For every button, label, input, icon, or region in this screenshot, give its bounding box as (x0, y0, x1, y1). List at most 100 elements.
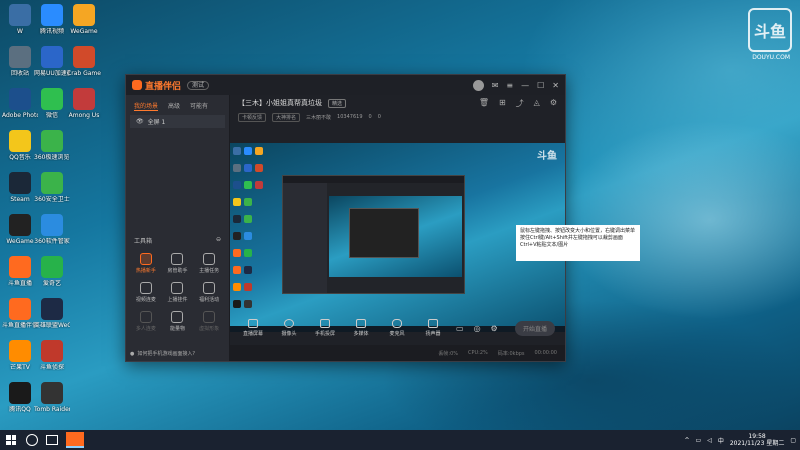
desktop-icon[interactable]: Adobe Photosh... (2, 88, 38, 119)
task-view-icon[interactable] (46, 435, 58, 445)
desktop-icon-label: Adobe Photosh... (2, 112, 38, 119)
toolbox-item-label: 虚拟形象 (199, 326, 220, 332)
toolbox-item[interactable]: 主播任务 (193, 253, 225, 274)
tool-icon (171, 311, 184, 323)
menu-icon[interactable]: ≡ (506, 81, 513, 90)
source-camera-button[interactable]: 摄像头 (276, 319, 302, 337)
app-icon (41, 340, 63, 362)
desktop-icon[interactable]: 爱奇艺 (34, 256, 70, 287)
app-icon (41, 382, 63, 404)
source-screen-button[interactable]: 直播屏幕 (240, 319, 266, 337)
taskbar-live-companion[interactable] (66, 432, 84, 448)
close-icon[interactable]: ✕ (552, 81, 559, 90)
toolbox-item[interactable]: 能量物 (162, 311, 194, 332)
desktop-icon[interactable]: 回收站 (2, 46, 38, 77)
clock[interactable]: 19:58 2021/11/23 星期二 (730, 433, 785, 447)
minimize-icon[interactable]: — (521, 81, 529, 90)
app-icon (41, 4, 63, 26)
toolbox-item[interactable]: 房管助手 (162, 253, 194, 274)
trash-icon[interactable]: 🗑 (479, 98, 489, 109)
feedback-chip[interactable]: 卡顿反馈 (238, 112, 267, 122)
desktop-icon[interactable]: 斗鱼直播伴侣 (2, 298, 38, 329)
toolbox-item[interactable]: 多人连麦 (130, 311, 162, 332)
chevron-up-icon[interactable]: ^ (684, 437, 689, 444)
desktop-icon[interactable]: 360软件管家 (34, 214, 70, 245)
source-phone-button[interactable]: 手机投屏 (312, 319, 338, 337)
desktop-icon[interactable]: 腾讯视频 (34, 4, 70, 35)
desktop-icon[interactable]: QQ音乐 (2, 130, 38, 161)
preview-desktop-icon (244, 147, 252, 155)
info-icon: ● (130, 350, 135, 357)
beta-badge[interactable]: 测试 (187, 80, 210, 90)
stream-tag[interactable]: 精选 (328, 98, 347, 108)
maximize-icon[interactable]: ☐ (537, 81, 544, 90)
status-bitrate: 码率:0kbps (497, 350, 525, 357)
desktop-icon[interactable]: 斗鱼侦探 (34, 340, 70, 371)
app-icon (9, 256, 31, 278)
desktop-icon[interactable]: 芒果TV (2, 340, 38, 371)
desktop-icon[interactable]: 网易UU加速器 (34, 46, 70, 77)
stream-preview[interactable]: 斗鱼 (230, 143, 565, 332)
desktop-icon[interactable]: 360极速浏览器X (34, 130, 70, 161)
collapse-icon[interactable]: ⊖ (216, 236, 221, 245)
app-icon (9, 46, 31, 68)
toolbox-item[interactable]: 福利活动 (193, 282, 225, 303)
source-media-button[interactable]: 多媒体 (348, 319, 374, 337)
gear-icon[interactable]: ⚙ (491, 324, 498, 333)
desktop-icon-label: 斗鱼直播伴侣 (2, 322, 38, 329)
desktop-icon[interactable]: Crab Game (66, 46, 102, 77)
toolbox-item[interactable]: 视频连麦 (130, 282, 162, 303)
desktop-icon-label: 网易UU加速器 (34, 70, 70, 77)
share-icon[interactable]: ⤴ (516, 98, 524, 109)
desktop-icon[interactable]: 腾讯QQ (2, 382, 38, 413)
desktop-icon[interactable]: 微信 (34, 88, 70, 119)
tab-other[interactable]: 可能有 (190, 101, 208, 111)
record-icon[interactable]: ◎ (474, 324, 481, 333)
volume-icon[interactable]: ◁ (707, 437, 712, 444)
desktop-icon[interactable]: 英雄联盟WeGame版 (34, 298, 70, 329)
desktop-icon[interactable]: Tomb Raider (34, 382, 70, 413)
toolbox-item[interactable]: 上播挂件 (162, 282, 194, 303)
tool-icon (171, 282, 184, 294)
viewer-count: 0 (368, 114, 372, 120)
tab-my-scenes[interactable]: 我的场景 (134, 101, 159, 111)
scene-item[interactable]: 👁 全屏 1 (130, 115, 225, 128)
desktop-icon[interactable]: 斗鱼直播 (2, 256, 38, 287)
network-icon[interactable]: ▭ (696, 437, 702, 444)
desktop-icon[interactable]: 360安全卫士 (34, 172, 70, 203)
rank-chip[interactable]: 大神排名 (272, 112, 301, 122)
notification-icon[interactable]: ▢ (790, 437, 796, 444)
app-icon (41, 88, 63, 110)
desktop-icon[interactable]: WeGame (2, 214, 38, 245)
desktop-icon[interactable]: Among Us (66, 88, 102, 119)
tab-advanced[interactable]: 高级 (168, 101, 180, 111)
toolbox-item[interactable]: 热播新手 (130, 253, 162, 274)
room-id: 10347619 (337, 114, 363, 120)
settings-icon[interactable]: ⚙ (550, 98, 557, 109)
gift-icon[interactable]: ⊞ (499, 98, 506, 109)
stream-title[interactable]: 【三木】小姐姐真帮真垃圾 (238, 98, 322, 108)
search-icon[interactable] (26, 434, 38, 446)
desktop-icon-label: 腾讯QQ (9, 406, 31, 413)
go-live-button[interactable]: 开始直播 (514, 320, 555, 336)
bell-icon[interactable]: ◬ (534, 98, 540, 109)
help-tip[interactable]: ● 如何把手机游戏画面接入? (130, 350, 225, 358)
windows-start-icon[interactable] (4, 433, 18, 447)
desktop-icon-label: WeGame (6, 238, 34, 245)
desktop-icon[interactable]: Steam (2, 172, 38, 203)
app-icon (9, 340, 31, 362)
desktop-icon-label: Among Us (68, 112, 100, 119)
mail-icon[interactable]: ✉ (492, 81, 499, 90)
avatar-icon[interactable] (472, 79, 484, 91)
desktop-icon-label: 微信 (45, 112, 58, 119)
ime-icon[interactable]: 中 (718, 436, 724, 445)
microphone-button[interactable]: 麦克风 (384, 319, 410, 337)
speaker-button[interactable]: 扬声器 (420, 319, 446, 337)
desktop-icon[interactable]: WeGame (66, 4, 102, 35)
preview-logo: 斗鱼 (537, 151, 557, 162)
toolbox-item[interactable]: 虚拟形象 (193, 311, 225, 332)
camera-icon[interactable]: ▭ (456, 324, 464, 333)
desktop-icon[interactable]: W (2, 4, 38, 35)
eye-icon[interactable]: 👁 (136, 118, 144, 125)
app-icon (41, 256, 63, 278)
